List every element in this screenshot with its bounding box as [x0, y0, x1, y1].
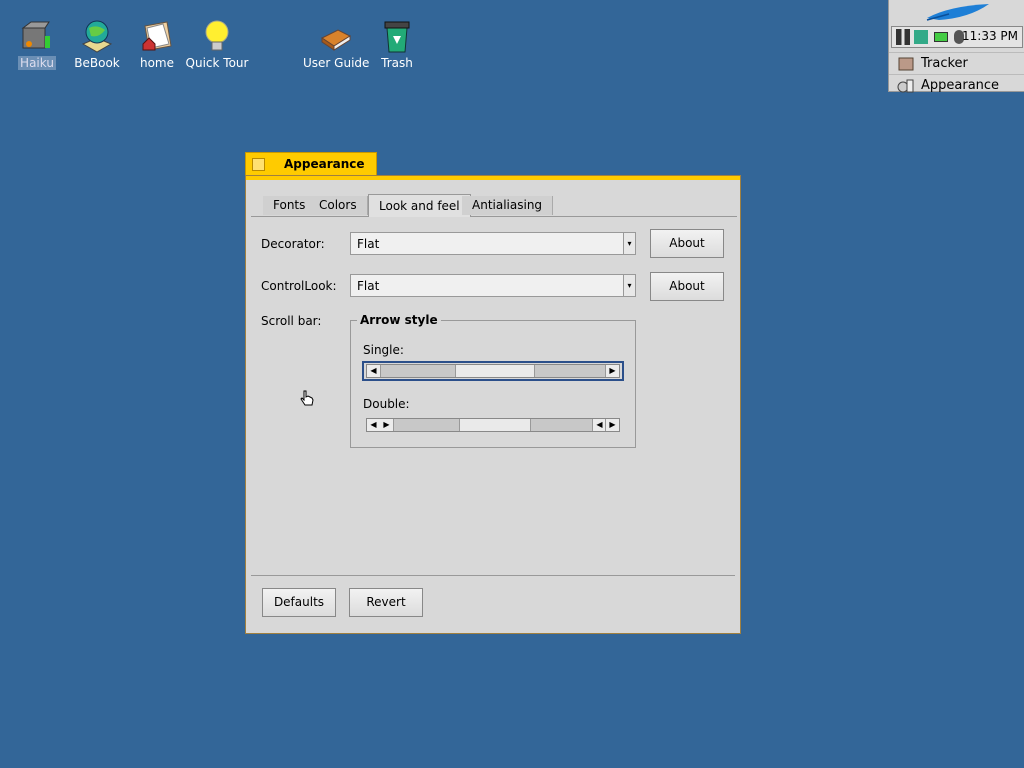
arrow-right-icon: ▶ — [605, 365, 619, 377]
arrow-left-icon: ◀ — [592, 419, 606, 431]
system-tray: 11:33 PM — [891, 26, 1023, 48]
controllook-dropdown[interactable]: Flat ▾ — [350, 274, 636, 297]
book-icon — [318, 18, 354, 54]
chevron-down-icon: ▾ — [623, 275, 635, 296]
clock[interactable]: 11:33 PM — [962, 29, 1018, 43]
tab-colors[interactable]: Colors — [309, 196, 368, 215]
network-icon[interactable] — [914, 30, 928, 44]
single-arrow-label: Single: — [363, 343, 404, 357]
leaf-menu-button[interactable] — [889, 0, 1024, 26]
tab-antialiasing[interactable]: Antialiasing — [462, 196, 554, 215]
leaf-icon — [926, 4, 989, 21]
decorator-dropdown[interactable]: Flat ▾ — [350, 232, 636, 255]
desktop-icon-label: User Guide — [303, 56, 370, 70]
deskbar-item-tracker[interactable]: Tracker — [889, 52, 1024, 74]
window-close-button[interactable] — [252, 158, 265, 171]
double-arrow-option[interactable]: ◀ ▶ ◀ ▶ — [362, 415, 624, 435]
desktop-icon-label: Quick Tour — [185, 56, 249, 70]
deskbar-item-appearance[interactable]: Appearance — [889, 74, 1024, 96]
desktop-icon-quick-tour[interactable]: Quick Tour — [182, 18, 252, 70]
desktop-icon-label: Trash — [381, 56, 413, 70]
footer-divider — [251, 575, 735, 576]
decorator-value: Flat — [357, 237, 380, 251]
double-arrow-label: Double: — [363, 397, 410, 411]
deskbar-item-label: Appearance — [921, 78, 1000, 93]
double-arrow-scrollbar-preview: ◀ ▶ ◀ ▶ — [366, 418, 620, 432]
defaults-button[interactable]: Defaults — [262, 588, 336, 617]
tab-look-and-feel[interactable]: Look and feel — [368, 194, 471, 217]
appearance-window: Fonts Colors Look and feel Antialiasing … — [245, 175, 741, 634]
chevron-down-icon: ▾ — [623, 233, 635, 254]
window-tab[interactable]: Appearance — [245, 152, 377, 176]
arrow-style-group: Arrow style Single: ◀ ▶ Double: ◀ ▶ ◀ ▶ — [350, 313, 636, 448]
arrow-right-icon: ▶ — [380, 419, 394, 431]
desktop-icon-user-guide[interactable]: User Guide — [301, 18, 371, 70]
hand-cursor-icon — [299, 389, 315, 407]
arrow-left-icon: ◀ — [367, 419, 381, 431]
desktop-icon-label: home — [139, 56, 175, 70]
controllook-about-button[interactable]: About — [650, 272, 724, 301]
window-title: Appearance — [284, 157, 365, 171]
window-border — [246, 176, 740, 180]
arrow-left-icon: ◀ — [367, 365, 381, 377]
arrow-style-title: Arrow style — [357, 313, 441, 327]
tracker-icon — [897, 56, 915, 72]
cpu-meter-icon[interactable] — [896, 29, 910, 45]
controllook-label: ControlLook: — [261, 279, 337, 293]
revert-button[interactable]: Revert — [349, 588, 423, 617]
scrollbar-thumb — [459, 419, 531, 431]
battery-icon[interactable] — [934, 32, 948, 42]
appearance-icon — [897, 78, 915, 94]
deskbar-item-label: Tracker — [921, 56, 968, 71]
controllook-value: Flat — [357, 279, 380, 293]
home-folder-icon — [139, 18, 175, 54]
drive-icon — [19, 18, 55, 54]
scrollbar-thumb — [455, 365, 535, 377]
deskbar: 11:33 PM Tracker Appearance — [888, 0, 1024, 93]
arrow-right-icon: ▶ — [605, 419, 619, 431]
decorator-about-button[interactable]: About — [650, 229, 724, 258]
scrollbar-label: Scroll bar: — [261, 314, 322, 328]
desktop-icon-trash[interactable]: Trash — [362, 18, 432, 70]
single-arrow-focus[interactable]: ◀ ▶ — [362, 361, 624, 381]
single-arrow-scrollbar-preview: ◀ ▶ — [366, 364, 620, 378]
globe-book-icon — [79, 18, 115, 54]
desktop-icon-label: Haiku — [18, 56, 56, 70]
desktop-icon-label: BeBook — [74, 56, 120, 70]
tab-bar: Fonts Colors Look and feel Antialiasing — [251, 194, 737, 217]
lightbulb-icon — [199, 18, 235, 54]
decorator-label: Decorator: — [261, 237, 325, 251]
trash-icon — [379, 18, 415, 54]
